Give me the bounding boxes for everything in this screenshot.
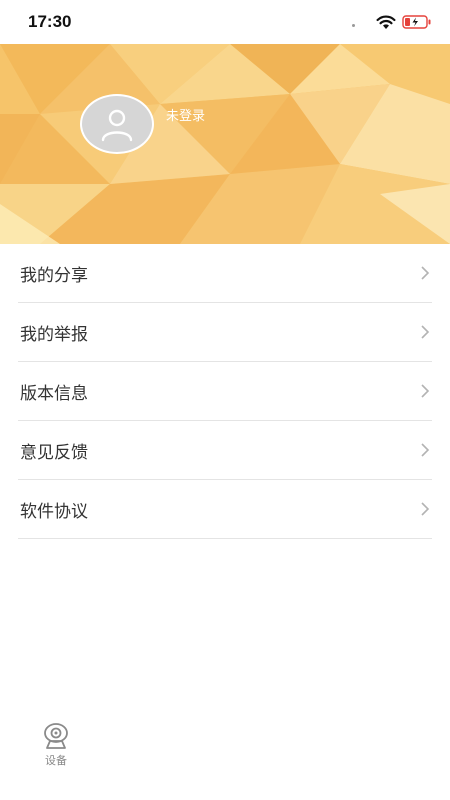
tab-label: 设备 <box>45 754 67 767</box>
user-icon <box>101 109 133 142</box>
status-time: 17:30 <box>28 12 72 31</box>
menu-item-label: 意见反馈 <box>20 442 88 463</box>
chevron-right-icon <box>421 325 430 339</box>
avatar[interactable] <box>80 94 154 154</box>
tab-device[interactable]: 设备 <box>20 722 92 772</box>
chevron-right-icon <box>421 443 430 457</box>
menu-item-software-agreement[interactable]: 软件协议 <box>18 480 432 539</box>
menu-item-my-reports[interactable]: 我的举报 <box>18 303 432 362</box>
wifi-icon <box>376 15 396 29</box>
menu-item-label: 软件协议 <box>20 501 88 522</box>
login-status-text[interactable]: 未登录 <box>166 105 205 124</box>
menu-item-label: 我的分享 <box>20 265 88 286</box>
settings-menu: 我的分享 我的举报 版本信息 意见反馈 软件协议 <box>18 244 432 539</box>
menu-item-my-shares[interactable]: 我的分享 <box>18 244 432 303</box>
battery-charging-icon <box>402 15 431 29</box>
chevron-right-icon <box>421 502 430 516</box>
menu-item-label: 版本信息 <box>20 383 88 404</box>
menu-item-feedback[interactable]: 意见反馈 <box>18 421 432 480</box>
camera-icon <box>44 723 68 749</box>
status-bar: 17:30 <box>0 0 450 44</box>
menu-item-version-info[interactable]: 版本信息 <box>18 362 432 421</box>
chevron-right-icon <box>421 266 430 280</box>
profile-banner <box>0 44 450 244</box>
banner-background <box>0 44 450 244</box>
chevron-right-icon <box>421 384 430 398</box>
menu-item-label: 我的举报 <box>20 324 88 345</box>
signal-dot <box>352 24 355 27</box>
